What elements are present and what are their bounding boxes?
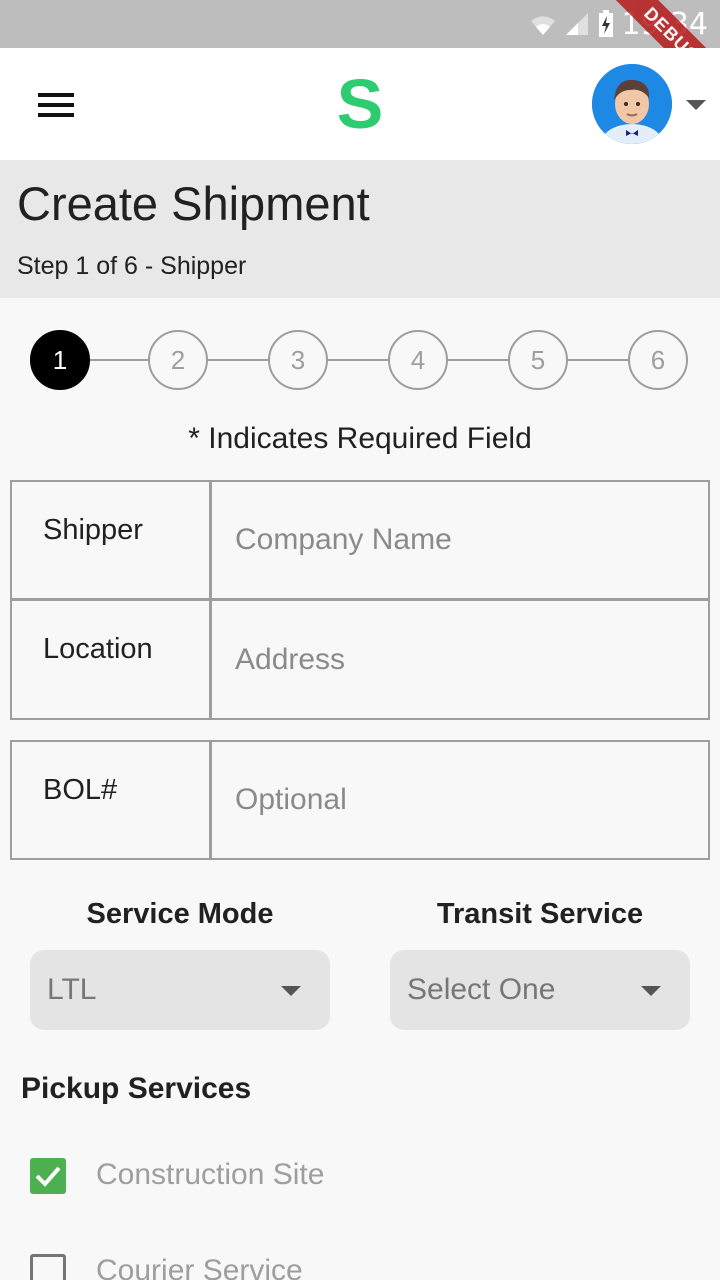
step-subtitle: Step 1 of 6 - Shipper [17,252,247,280]
company-name-input[interactable] [215,482,708,598]
app-bar: S [0,48,720,160]
service-mode-dropdown[interactable]: LTL [30,950,330,1030]
app-logo: S [336,65,384,143]
signal-icon [565,13,588,35]
menu-icon[interactable] [38,93,74,119]
page-title: Create Shipment [17,177,370,230]
bol-label-cell: BOL# [12,742,212,858]
step-6[interactable]: 6 [628,330,688,390]
avatar-image [592,64,672,144]
pickup-services-title: Pickup Services [21,1072,252,1105]
battery-charging-icon [598,10,613,37]
construction-site-option[interactable]: Construction Site [30,1156,530,1196]
checkbox-unchecked[interactable] [30,1254,66,1280]
dropdown-arrow-icon [641,986,661,996]
bol-label: BOL# [43,774,118,806]
stepper-connector [88,359,150,361]
checkmark-icon [35,1166,61,1187]
bol-row: BOL# [10,740,710,860]
transit-service-value: Select One [407,973,556,1006]
service-mode-label: Service Mode [86,898,274,930]
construction-site-label: Construction Site [96,1158,325,1191]
stepper-connector [328,359,390,361]
location-label: Location [43,633,153,665]
transit-service-dropdown[interactable]: Select One [390,950,690,1030]
stepper-connector [448,359,510,361]
bol-input[interactable] [215,742,708,858]
shipper-row: Shipper [10,480,710,600]
page-header: Create Shipment Step 1 of 6 - Shipper [0,160,720,298]
chevron-down-icon[interactable] [686,100,706,110]
shipper-label: Shipper [43,514,143,546]
courier-service-option[interactable]: Courier Service [30,1252,530,1280]
courier-service-label: Courier Service [96,1254,303,1280]
stepper: 1 2 3 4 5 6 [0,330,720,390]
dropdown-arrow-icon [281,986,301,996]
avatar[interactable] [592,64,672,144]
step-1[interactable]: 1 [30,330,90,390]
service-mode-value: LTL [47,973,97,1006]
step-2[interactable]: 2 [148,330,208,390]
location-row: Location [10,599,710,720]
address-input[interactable] [215,601,708,718]
step-3[interactable]: 3 [268,330,328,390]
status-bar: 19:34 DEBUG [0,0,720,48]
shipper-label-cell: Shipper [12,482,212,598]
location-label-cell: Location [12,601,212,718]
transit-service-label: Transit Service [436,898,644,930]
step-5[interactable]: 5 [508,330,568,390]
step-4[interactable]: 4 [388,330,448,390]
required-field-note: * Indicates Required Field [188,422,532,455]
stepper-connector [208,359,270,361]
stepper-connector [568,359,630,361]
checkbox-checked[interactable] [30,1158,66,1194]
wifi-icon [530,16,555,35]
